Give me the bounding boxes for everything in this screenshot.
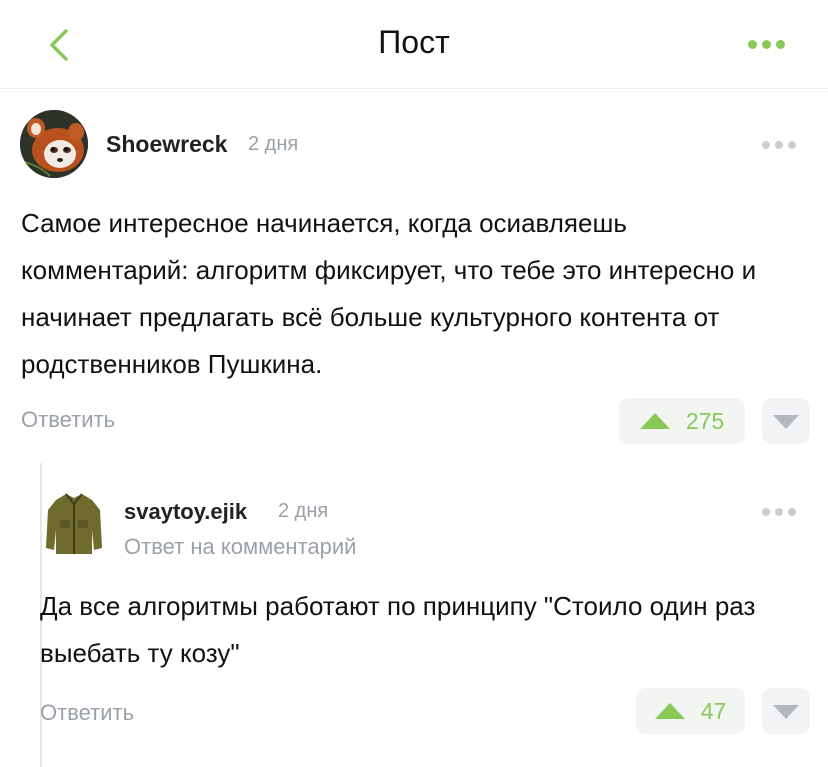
comment-author[interactable]: svaytoy.ejik [124, 499, 247, 525]
avatar[interactable] [44, 490, 104, 556]
avatar[interactable] [20, 110, 88, 178]
comment-menu-button[interactable] [754, 497, 804, 527]
reply-to: Ответ на комментарий [124, 534, 356, 560]
vote-count: 275 [685, 407, 725, 434]
page-title: Пост [378, 24, 450, 60]
downvote-button[interactable] [762, 688, 810, 734]
reply-button[interactable]: Ответить [40, 700, 134, 726]
upvote-button[interactable]: 275 [619, 398, 745, 444]
more-dots-icon [754, 497, 804, 527]
comment-author[interactable]: Shoewreck [106, 131, 227, 158]
comment-text: Самое интересное начинается, когда осиав… [21, 208, 757, 379]
comment-text: Да все алгоритмы работают по принципу "С… [40, 591, 756, 668]
vote-count: 47 [700, 697, 727, 724]
jacket-avatar-icon [46, 493, 102, 554]
comment-time: 2 дня [248, 133, 299, 155]
comment-menu-button[interactable] [754, 130, 804, 160]
downvote-button[interactable] [762, 398, 810, 444]
post-menu-button[interactable] [740, 30, 792, 58]
reply-to-prefix: Ответ на [124, 534, 215, 559]
more-dots-icon [754, 130, 804, 160]
comment-time: 2 дня [278, 500, 329, 522]
arrow-up-icon [654, 703, 685, 719]
arrow-down-icon [773, 705, 799, 719]
reply-to-link[interactable]: комментарий [221, 534, 357, 559]
red-panda-avatar-icon [20, 110, 88, 178]
upvote-button[interactable]: 47 [636, 688, 745, 734]
arrow-up-icon [639, 413, 670, 429]
arrow-down-icon [773, 415, 799, 429]
reply-button[interactable]: Ответить [21, 407, 115, 433]
more-dots-icon [740, 30, 792, 58]
top-bar: Пост [0, 0, 828, 89]
